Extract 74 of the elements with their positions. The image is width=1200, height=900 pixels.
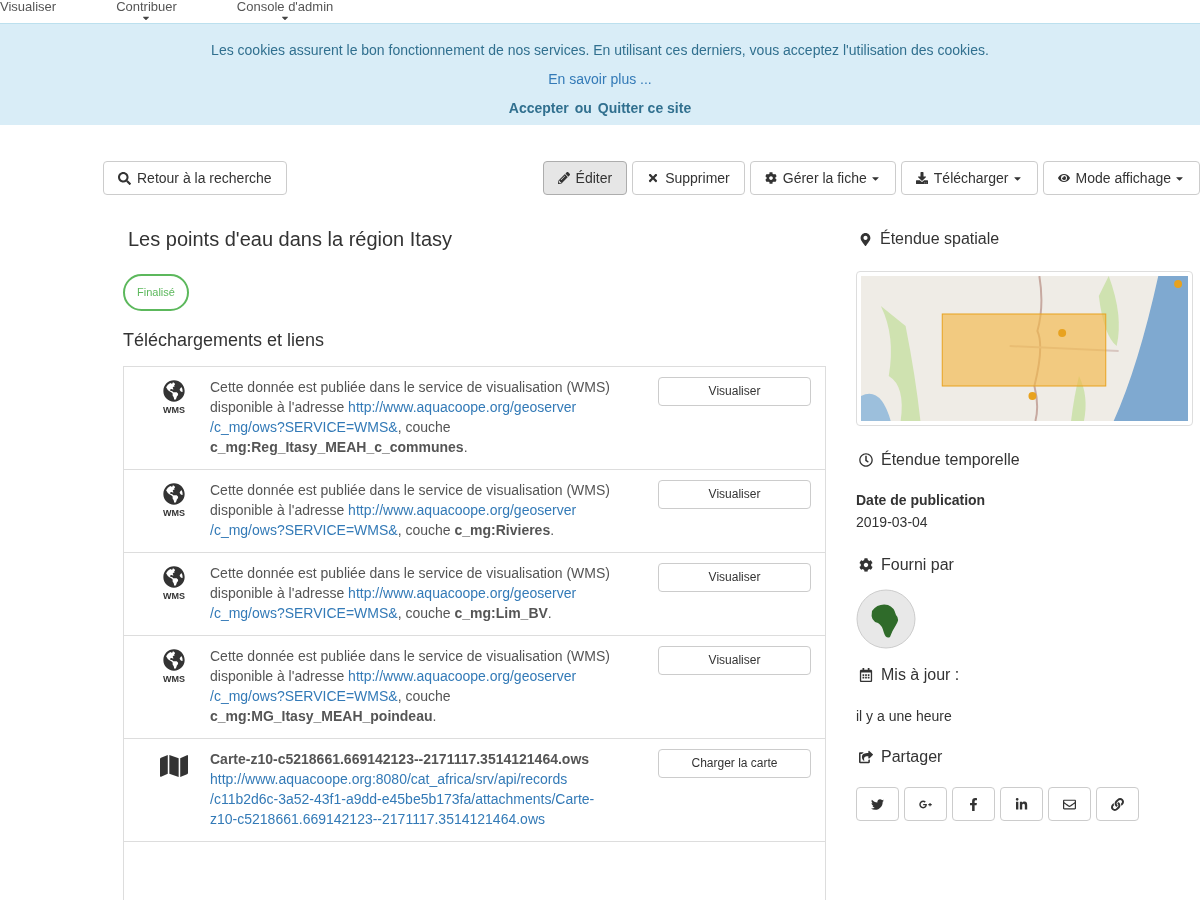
nav-link[interactable]: Visualiser (0, 0, 57, 13)
service-url-link[interactable]: /c_mg/ows?SERVICE=WMS& (210, 418, 398, 435)
wms-label: WMS (163, 672, 185, 685)
quit-link[interactable]: Quitter ce site (597, 98, 692, 119)
view-button[interactable]: Visualiser (658, 376, 811, 406)
service-url-link[interactable]: http://www.aquacoope.org/geoserver (348, 398, 577, 415)
share-button[interactable] (1000, 787, 1043, 821)
service-url-link[interactable]: http://www.aquacoope.org/geoserver (348, 501, 577, 518)
link-description: Cette donnée est publiée dans le service de visualisation (WMS) disponible à l'adresse http://www.aquacoope.org/geoserver /c_mg/ows?SERVICE=WMS&, couche c_mg:MG_Itasy_MEAH_poindeau. (210, 646, 611, 726)
separator-text: ou (574, 99, 592, 118)
search-icon (118, 171, 131, 185)
envelope-icon (1063, 797, 1076, 811)
share-icon (859, 750, 873, 764)
view-button[interactable]: Visualiser (658, 645, 811, 675)
publication-label: Date de publication (856, 491, 987, 510)
section-heading: Partager (881, 747, 943, 767)
f-letter-icon (967, 797, 980, 811)
back-button[interactable]: Retour à la recherche (103, 161, 287, 195)
toolbar-button[interactable]: Éditer (542, 161, 628, 195)
map-url-link[interactable]: http://www.aquacoope.org:8080/cat_africa/srv/api/records /c11b2d6c-3a52-43f1-a9dd-e45be5b173fa/attachments/Carte- z10-c5218661.669142123--2171117.3514121464.ows (210, 768, 640, 829)
eye-icon (1057, 172, 1070, 184)
share-button[interactable] (856, 787, 899, 821)
updated-value: il y a une heure (856, 707, 953, 726)
section-heading: Téléchargements et liens (123, 328, 326, 352)
record-title: Les points d'eau dans la région Itasy (127, 227, 454, 252)
publication-date: 2019-03-04 (856, 513, 929, 532)
service-url-link[interactable]: /c_mg/ows?SERVICE=WMS& (210, 604, 398, 621)
globe-icon (163, 648, 185, 671)
nav-link[interactable]: Console d'admin (236, 0, 334, 23)
calendar-icon (859, 668, 873, 682)
link-icon (1111, 797, 1124, 811)
service-url-link[interactable]: /c_mg/ows?SERVICE=WMS& (210, 521, 398, 538)
wms-label: WMS (163, 403, 185, 416)
close-icon (647, 172, 660, 184)
wms-label: WMS (163, 589, 185, 602)
toolbar-button[interactable]: Mode affichage (1042, 161, 1200, 195)
map-title: Carte-z10-c5218661.669142123--2171117.3514121464.ows (210, 749, 591, 769)
globe-icon (163, 565, 185, 588)
section-heading: Étendue temporelle (881, 449, 1020, 470)
link-description: Cette donnée est publiée dans le service de visualisation (WMS) disponible à l'adresse http://www.aquacoope.org/geoserver /c_mg/ows?SERVICE=WMS&, couche c_mg:Rivieres. (210, 480, 611, 540)
email-button[interactable] (1048, 787, 1091, 821)
toolbar-button[interactable]: Télécharger (900, 161, 1038, 195)
nav-link[interactable]: Contribuer (116, 0, 177, 23)
map-pin-icon (859, 232, 872, 246)
section-heading: Fourni par (881, 555, 954, 575)
share-button[interactable] (952, 787, 995, 821)
toolbar-button[interactable]: Gérer la fiche (749, 161, 896, 195)
link-description: Cette donnée est publiée dans le service de visualisation (WMS) disponible à l'adresse http://www.aquacoope.org/geoserver /c_mg/ows?SERVICE=WMS&, couche c_mg:Reg_Itasy_MEAH_c_communes. (210, 377, 611, 457)
link-description: Cette donnée est publiée dans le service de visualisation (WMS) disponible à l'adresse http://www.aquacoope.org/geoserver /c_mg/ows?SERVICE=WMS&, couche c_mg:Lim_BV. (210, 563, 611, 623)
service-url-link[interactable]: http://www.aquacoope.org/geoserver (348, 667, 577, 684)
cookie-message: Les cookies assurent le bon fonctionnement de nos services. En utilisant ces derniers, vous acceptez l'utilisation des cookies. (211, 41, 989, 60)
download-icon (915, 172, 928, 184)
globe-icon (163, 379, 185, 402)
settings-icon (764, 172, 777, 184)
accept-link[interactable]: Accepter (508, 98, 569, 119)
toolbar-button[interactable]: Supprimer (632, 161, 745, 195)
status-badge: Finalisé (123, 274, 189, 311)
settings-icon (859, 558, 873, 572)
view-button[interactable]: Visualiser (658, 562, 811, 592)
learn-more-link[interactable]: En savoir plus ... (548, 69, 652, 90)
bird-icon (871, 797, 884, 811)
service-url-link[interactable]: /c_mg/ows?SERVICE=WMS& (210, 687, 398, 704)
service-url-link[interactable]: http://www.aquacoope.org/geoserver (348, 584, 577, 601)
section-heading: Mis à jour : (881, 665, 960, 685)
pencil-icon (557, 172, 570, 184)
view-button[interactable]: Visualiser (658, 479, 811, 509)
wms-label: WMS (163, 506, 185, 519)
clock-icon (859, 453, 873, 467)
globe-icon (163, 482, 185, 505)
link-button[interactable] (1096, 787, 1139, 821)
load-map-button[interactable]: Charger la carte (658, 748, 811, 778)
in-letter-icon (1015, 797, 1028, 811)
globe-logo (856, 589, 916, 649)
section-heading: Étendue spatiale (880, 228, 1000, 249)
